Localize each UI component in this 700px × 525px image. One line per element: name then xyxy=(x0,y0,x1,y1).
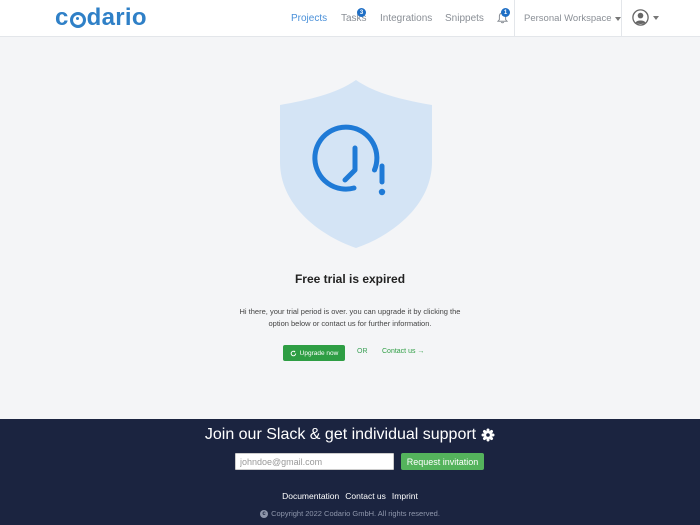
page-title: Free trial is expired xyxy=(294,272,406,286)
copyright-icon: c xyxy=(260,509,269,518)
copyright-row: c Copyright 2022 Codario GmbH. All right… xyxy=(0,509,700,518)
notifications-count-badge: 1 xyxy=(501,8,510,17)
header-divider xyxy=(621,0,622,37)
request-invitation-button[interactable]: Request invitation xyxy=(401,453,484,470)
upgrade-now-button[interactable]: Upgrade now xyxy=(283,345,345,361)
avatar-icon xyxy=(632,9,649,26)
copyright-text: Copyright 2022 Codario GmbH. All rights … xyxy=(271,509,440,518)
documentation-link[interactable]: Documentation xyxy=(282,491,339,501)
expired-shield-icon xyxy=(280,80,432,248)
slack-heading: Join our Slack & get individual support xyxy=(204,426,477,443)
top-navbar: c dario Projects Tasks 3 Integrations Sni… xyxy=(0,0,700,37)
footer-contact-link[interactable]: Contact us xyxy=(345,491,386,501)
logo-o-icon xyxy=(69,11,86,28)
workspace-label: Personal Workspace xyxy=(524,13,612,24)
nav-projects[interactable]: Projects xyxy=(291,0,327,37)
tasks-count-badge: 3 xyxy=(357,8,366,17)
or-separator: OR xyxy=(357,348,368,355)
email-input[interactable] xyxy=(235,453,394,470)
trial-description: Hi there, your trial period is over. you… xyxy=(239,307,461,328)
nav-tasks[interactable]: Tasks xyxy=(341,0,367,37)
workspace-dropdown[interactable]: Personal Workspace xyxy=(524,0,622,37)
codario-logo[interactable]: c dario xyxy=(55,4,147,32)
user-menu[interactable] xyxy=(632,9,659,26)
upgrade-now-label: Upgrade now xyxy=(299,349,339,357)
nav-integrations[interactable]: Integrations xyxy=(380,0,432,37)
header-divider xyxy=(514,0,515,37)
nav-snippets[interactable]: Snippets xyxy=(445,0,484,37)
contact-us-link[interactable]: Contact us → xyxy=(382,348,424,355)
slack-heading-row: Join our Slack & get individual support xyxy=(0,426,700,444)
footer-links: Documentation Contact us Imprint xyxy=(0,491,700,501)
chevron-down-icon xyxy=(653,15,659,20)
imprint-link[interactable]: Imprint xyxy=(392,491,418,501)
slack-icon xyxy=(481,428,495,442)
refresh-icon xyxy=(290,350,296,356)
